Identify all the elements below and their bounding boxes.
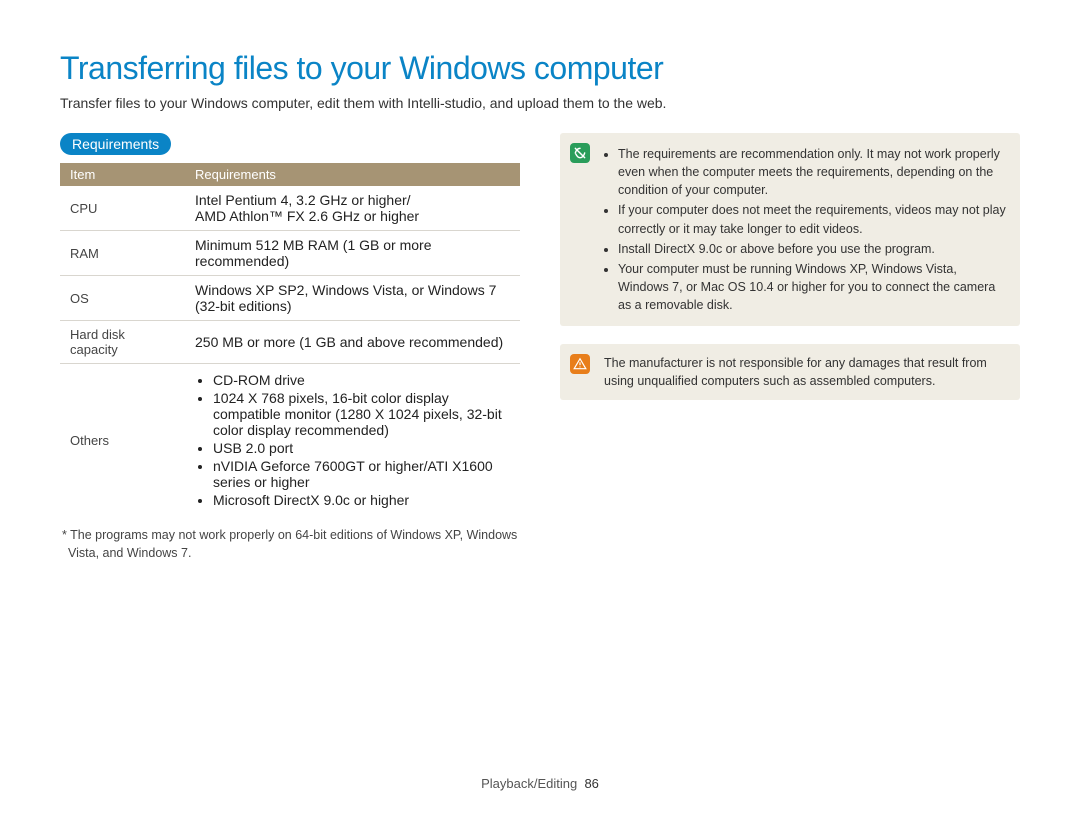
info-note-item: Install DirectX 9.0c or above before you… <box>618 240 1006 258</box>
warning-icon <box>570 354 590 374</box>
list-item: nVIDIA Geforce 7600GT or higher/ATI X160… <box>213 458 510 490</box>
list-item: USB 2.0 port <box>213 440 510 456</box>
table-row: CPU Intel Pentium 4, 3.2 GHz or higher/ … <box>60 186 520 231</box>
table-row: Hard disk capacity 250 MB or more (1 GB … <box>60 321 520 364</box>
warning-note-box: The manufacturer is not responsible for … <box>560 344 1020 400</box>
table-header-item: Item <box>60 163 185 186</box>
requirements-table: Item Requirements CPU Intel Pentium 4, 3… <box>60 163 520 516</box>
req-value: Intel Pentium 4, 3.2 GHz or higher/ AMD … <box>185 186 520 231</box>
req-item: OS <box>60 276 185 321</box>
table-row: RAM Minimum 512 MB RAM (1 GB or more rec… <box>60 231 520 276</box>
info-note-box: The requirements are recommendation only… <box>560 133 1020 326</box>
page-footer: Playback/Editing 86 <box>0 776 1080 791</box>
table-row: OS Windows XP SP2, Windows Vista, or Win… <box>60 276 520 321</box>
page-title: Transferring files to your Windows compu… <box>60 50 1020 87</box>
req-value: CD-ROM drive 1024 X 768 pixels, 16-bit c… <box>185 364 520 517</box>
req-item: CPU <box>60 186 185 231</box>
intro-text: Transfer files to your Windows computer,… <box>60 95 1020 111</box>
section-heading-requirements: Requirements <box>60 133 171 155</box>
footer-section: Playback/Editing <box>481 776 577 791</box>
list-item: CD-ROM drive <box>213 372 510 388</box>
footer-page-number: 86 <box>584 776 598 791</box>
req-value: Minimum 512 MB RAM (1 GB or more recomme… <box>185 231 520 276</box>
req-item: Others <box>60 364 185 517</box>
list-item: 1024 X 768 pixels, 16-bit color display … <box>213 390 510 438</box>
info-note-item: The requirements are recommendation only… <box>618 145 1006 199</box>
table-row: Others CD-ROM drive 1024 X 768 pixels, 1… <box>60 364 520 517</box>
req-value: 250 MB or more (1 GB and above recommend… <box>185 321 520 364</box>
info-icon <box>570 143 590 163</box>
list-item: Microsoft DirectX 9.0c or higher <box>213 492 510 508</box>
req-item: Hard disk capacity <box>60 321 185 364</box>
req-value: Windows XP SP2, Windows Vista, or Window… <box>185 276 520 321</box>
req-item: RAM <box>60 231 185 276</box>
info-note-item: Your computer must be running Windows XP… <box>618 260 1006 314</box>
table-header-requirements: Requirements <box>185 163 520 186</box>
warning-note-text: The manufacturer is not responsible for … <box>604 356 987 388</box>
info-note-item: If your computer does not meet the requi… <box>618 201 1006 237</box>
footnote: * The programs may not work properly on … <box>60 526 520 562</box>
